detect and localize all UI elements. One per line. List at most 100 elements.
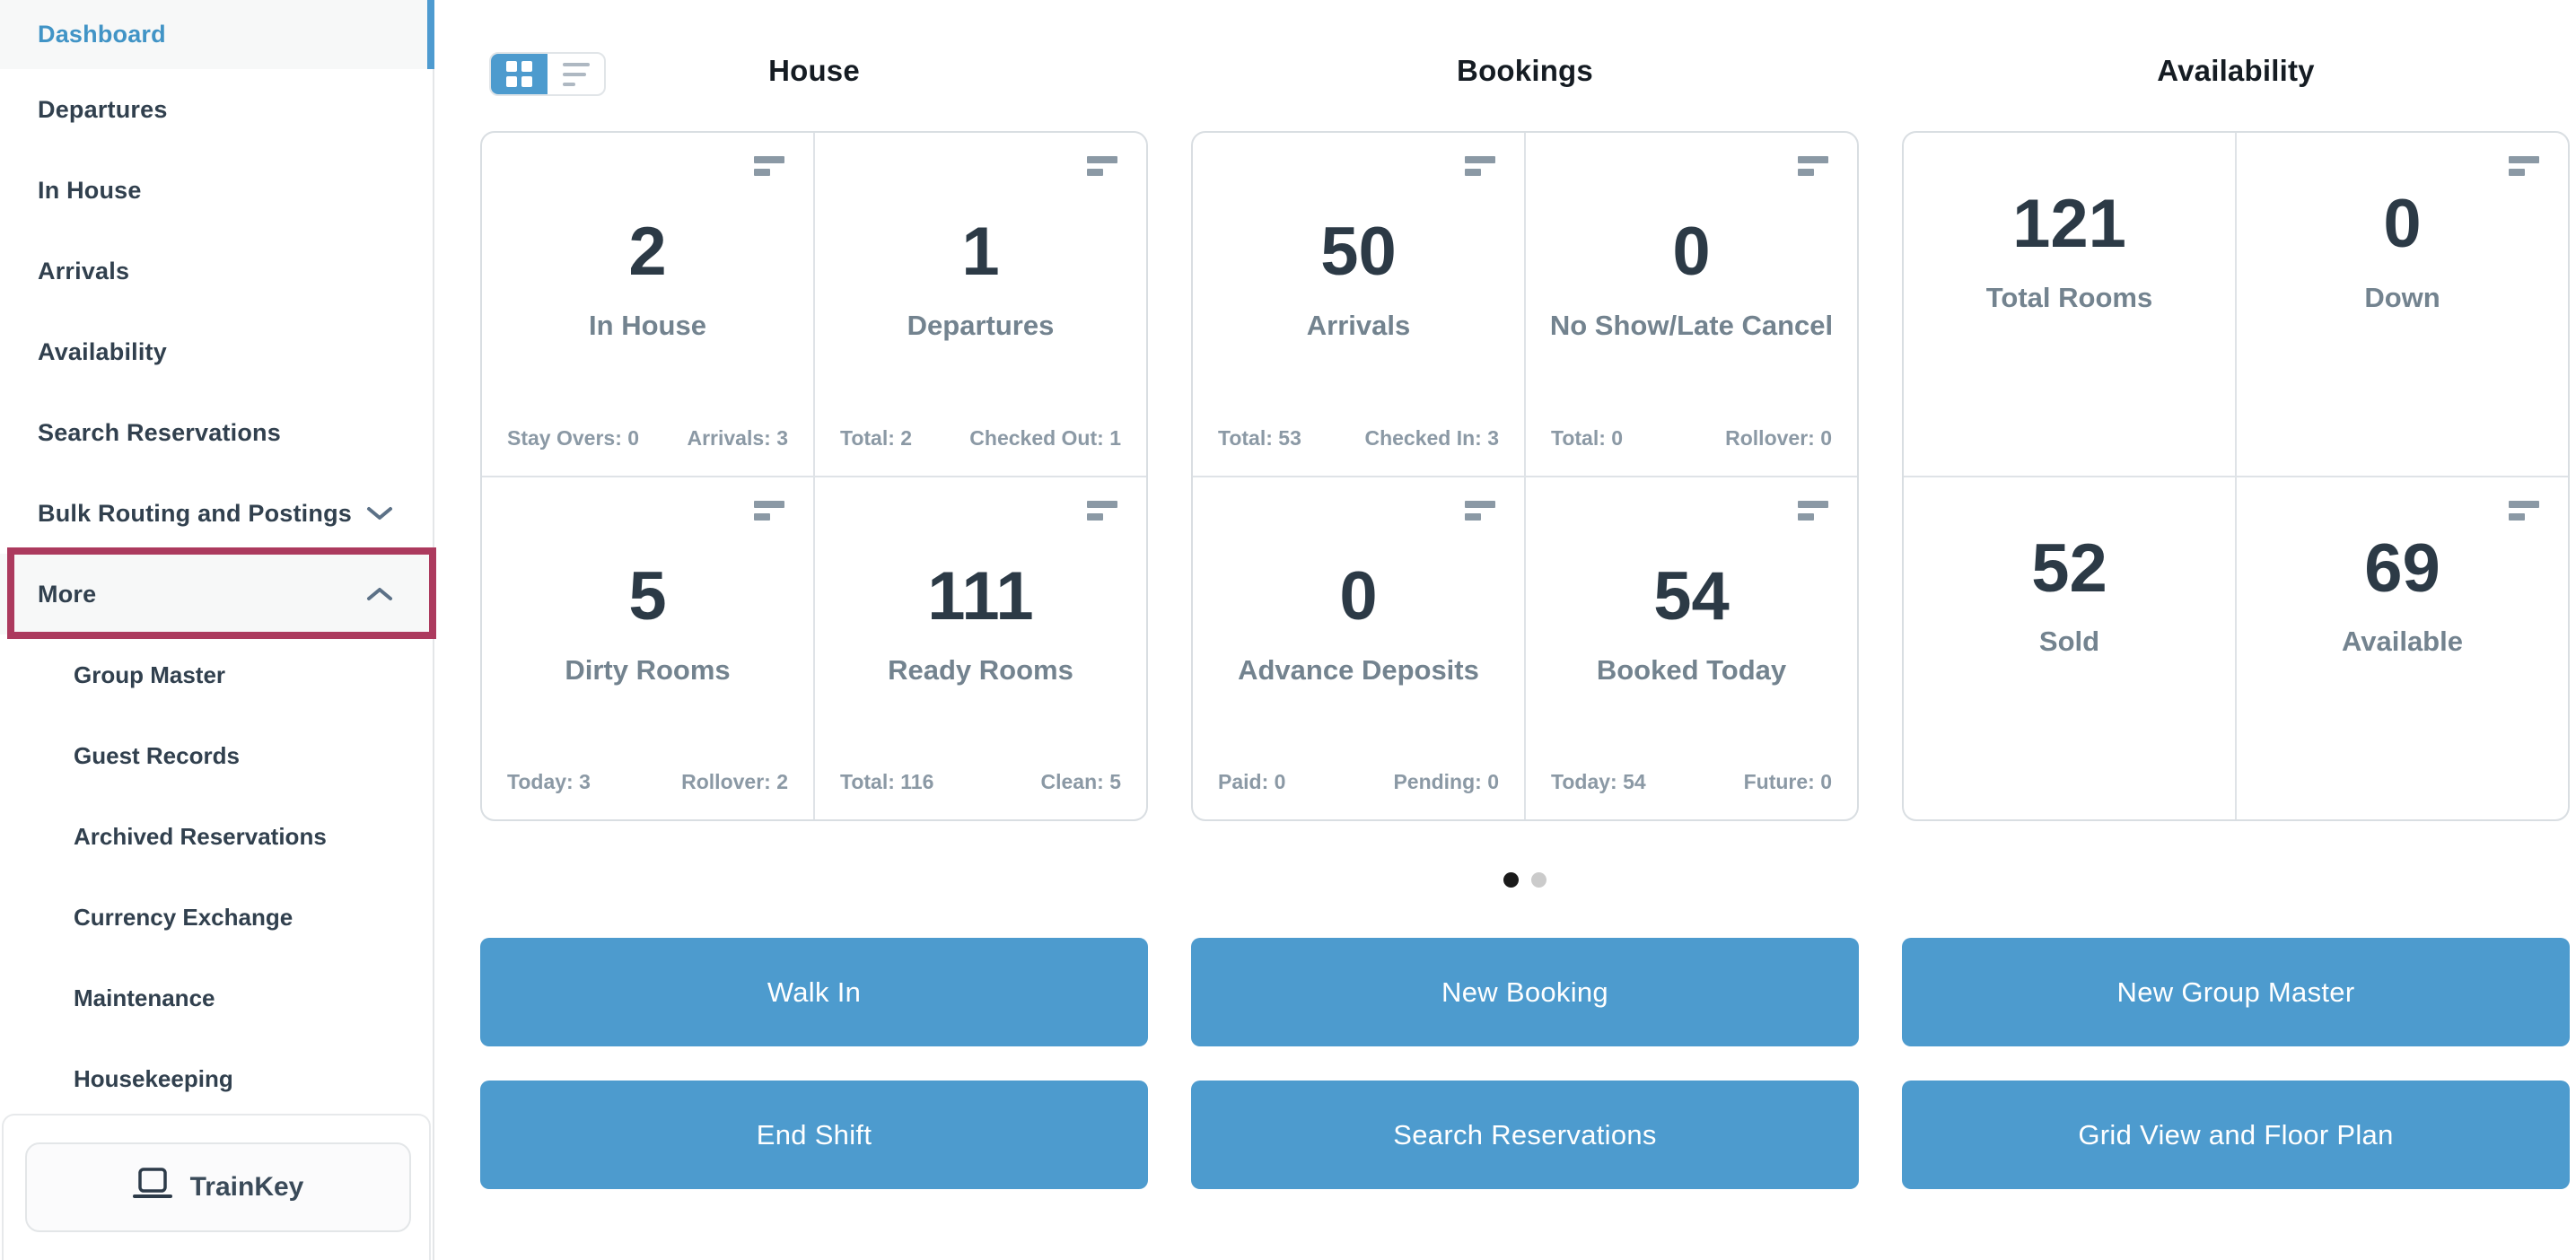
sidebar-item-label: Dashboard — [38, 21, 166, 48]
card-label: No Show/Late Cancel — [1549, 310, 1834, 342]
card-value: 0 — [2383, 186, 2422, 262]
column-headers: House Bookings Availability — [480, 54, 2570, 88]
stat-card-booked-today[interactable]: 54 Booked Today Today: 54 Future: 0 — [1526, 477, 1857, 819]
sidebar-item-availability[interactable]: Availability — [0, 311, 433, 392]
card-value: 2 — [628, 214, 667, 291]
laptop-icon — [132, 1167, 172, 1208]
card-menu-icon[interactable] — [2509, 500, 2539, 521]
card-value: 1 — [961, 214, 1000, 291]
stat-card-no-show-late-cancel[interactable]: 0 No Show/Late Cancel Total: 0 Rollover:… — [1526, 133, 1857, 476]
card-value: 69 — [2364, 529, 2440, 607]
sidebar-item-label: Departures — [38, 95, 168, 123]
card-menu-icon[interactable] — [1465, 500, 1495, 521]
sidebar-subitem-housekeeping[interactable]: Housekeeping — [0, 1038, 433, 1119]
stat-card-in-house[interactable]: 2 In House Stay Overs: 0 Arrivals: 3 — [482, 133, 813, 476]
stat-card-dirty-rooms[interactable]: 5 Dirty Rooms Today: 3 Rollover: 2 — [482, 477, 813, 819]
card-menu-icon[interactable] — [1798, 500, 1828, 521]
sidebar-subitem-label: Guest Records — [74, 741, 240, 769]
sidebar-subitem-guest-records[interactable]: Guest Records — [0, 715, 433, 796]
card-stat-right: Future: 0 — [1743, 770, 1832, 793]
card-label: Sold — [2038, 626, 2100, 658]
card-label: Available — [2342, 626, 2463, 658]
stat-card-down[interactable]: 0 Down — [2237, 133, 2568, 476]
card-stat-left: Total: 53 — [1218, 425, 1301, 450]
card-stat-left: Today: 54 — [1551, 770, 1646, 793]
sidebar-subitem-label: Housekeeping — [74, 1064, 233, 1092]
card-label: Booked Today — [1596, 653, 1787, 686]
sidebar-subitem-maintenance[interactable]: Maintenance — [0, 958, 433, 1038]
card-stat-right: Rollover: 0 — [1725, 425, 1832, 450]
card-stat-left: Paid: 0 — [1218, 770, 1286, 793]
card-stat-left: Total: 0 — [1551, 425, 1624, 450]
card-label: Total Rooms — [1985, 281, 2153, 313]
trainkey-panel: TrainKey — [2, 1114, 431, 1260]
trainkey-label: TrainKey — [189, 1172, 304, 1202]
card-label: Arrivals — [1306, 310, 1411, 342]
search-reservations-button[interactable]: Search Reservations — [1191, 1081, 1859, 1189]
grid-view-floor-plan-button[interactable]: Grid View and Floor Plan — [1902, 1081, 2570, 1189]
list-view-button[interactable] — [548, 54, 604, 94]
pagination-dot-1[interactable] — [1503, 872, 1519, 888]
stat-card-ready-rooms[interactable]: 111 Ready Rooms Total: 116 Clean: 5 — [815, 477, 1146, 819]
end-shift-button[interactable]: End Shift — [480, 1081, 1148, 1189]
grid-icon — [506, 61, 532, 87]
card-value: 54 — [1653, 557, 1730, 634]
sidebar-item-label: More — [38, 580, 97, 608]
card-stat-left: Total: 116 — [840, 770, 934, 793]
sidebar-item-departures[interactable]: Departures — [0, 69, 433, 150]
bookings-panel: 50 Arrivals Total: 53 Checked In: 3 0 No… — [1191, 131, 1859, 821]
action-buttons: Walk In New Booking New Group Master End… — [480, 938, 2570, 1189]
card-menu-icon[interactable] — [1087, 156, 1117, 176]
card-label: Down — [2364, 281, 2440, 313]
card-value: 0 — [1339, 557, 1378, 634]
sidebar-item-arrivals[interactable]: Arrivals — [0, 231, 433, 311]
view-toggle — [489, 52, 606, 96]
pagination-dot-2[interactable] — [1531, 872, 1546, 888]
sidebar-item-search-reservations[interactable]: Search Reservations — [0, 392, 433, 473]
sidebar-item-label: Availability — [38, 337, 167, 365]
sidebar-subitem-currency-exchange[interactable]: Currency Exchange — [0, 877, 433, 958]
card-label: Departures — [907, 310, 1055, 342]
availability-panel: 121 Total Rooms 0 Down 52 Sold 69 Availa… — [1902, 131, 2570, 821]
card-menu-icon[interactable] — [1087, 500, 1117, 521]
card-value: 111 — [927, 557, 1034, 634]
sidebar-subitem-group-master[interactable]: Group Master — [0, 634, 433, 715]
new-booking-button[interactable]: New Booking — [1191, 938, 1859, 1046]
carousel-pagination — [480, 872, 2570, 888]
sidebar-subitem-archived-reservations[interactable]: Archived Reservations — [0, 796, 433, 877]
card-menu-icon[interactable] — [1465, 156, 1495, 176]
chevron-up-icon[interactable] — [366, 586, 393, 602]
sidebar-item-in-house[interactable]: In House — [0, 150, 433, 231]
dashboard-main: House Bookings Availability 2 In House S… — [480, 0, 2570, 1260]
card-label: Dirty Rooms — [565, 653, 731, 686]
sidebar-subitem-label: Maintenance — [74, 984, 215, 1011]
card-menu-icon[interactable] — [2509, 156, 2539, 176]
card-value: 121 — [2012, 186, 2126, 262]
card-menu-icon[interactable] — [754, 500, 784, 521]
card-value: 52 — [2031, 529, 2107, 607]
card-stat-right: Clean: 5 — [1040, 770, 1121, 793]
stat-card-available[interactable]: 69 Available — [2237, 477, 2568, 819]
card-menu-icon[interactable] — [1798, 156, 1828, 176]
sidebar-subitem-label: Currency Exchange — [74, 903, 294, 931]
chevron-down-icon[interactable] — [366, 505, 393, 521]
sidebar-item-label: Search Reservations — [38, 418, 281, 446]
stat-card-sold[interactable]: 52 Sold — [1904, 477, 2235, 819]
sidebar-item-dashboard[interactable]: Dashboard — [0, 0, 434, 69]
trainkey-button[interactable]: TrainKey — [25, 1142, 411, 1232]
walk-in-button[interactable]: Walk In — [480, 938, 1148, 1046]
card-label: Advance Deposits — [1238, 653, 1479, 686]
stat-card-total-rooms[interactable]: 121 Total Rooms — [1904, 133, 2235, 476]
card-menu-icon[interactable] — [754, 156, 784, 176]
stat-card-advance-deposits[interactable]: 0 Advance Deposits Paid: 0 Pending: 0 — [1193, 477, 1524, 819]
sidebar-subitem-label: Archived Reservations — [74, 822, 327, 850]
grid-view-button[interactable] — [491, 54, 548, 94]
card-stat-right: Pending: 0 — [1393, 770, 1499, 793]
stat-card-arrivals[interactable]: 50 Arrivals Total: 53 Checked In: 3 — [1193, 133, 1524, 476]
stat-card-departures[interactable]: 1 Departures Total: 2 Checked Out: 1 — [815, 133, 1146, 476]
card-stat-left: Total: 2 — [840, 425, 913, 450]
sidebar-item-label: Arrivals — [38, 257, 130, 284]
sidebar-item-more[interactable]: More — [0, 554, 433, 634]
new-group-master-button[interactable]: New Group Master — [1902, 938, 2570, 1046]
sidebar-item-bulk-routing-and-postings[interactable]: Bulk Routing and Postings — [0, 473, 433, 554]
